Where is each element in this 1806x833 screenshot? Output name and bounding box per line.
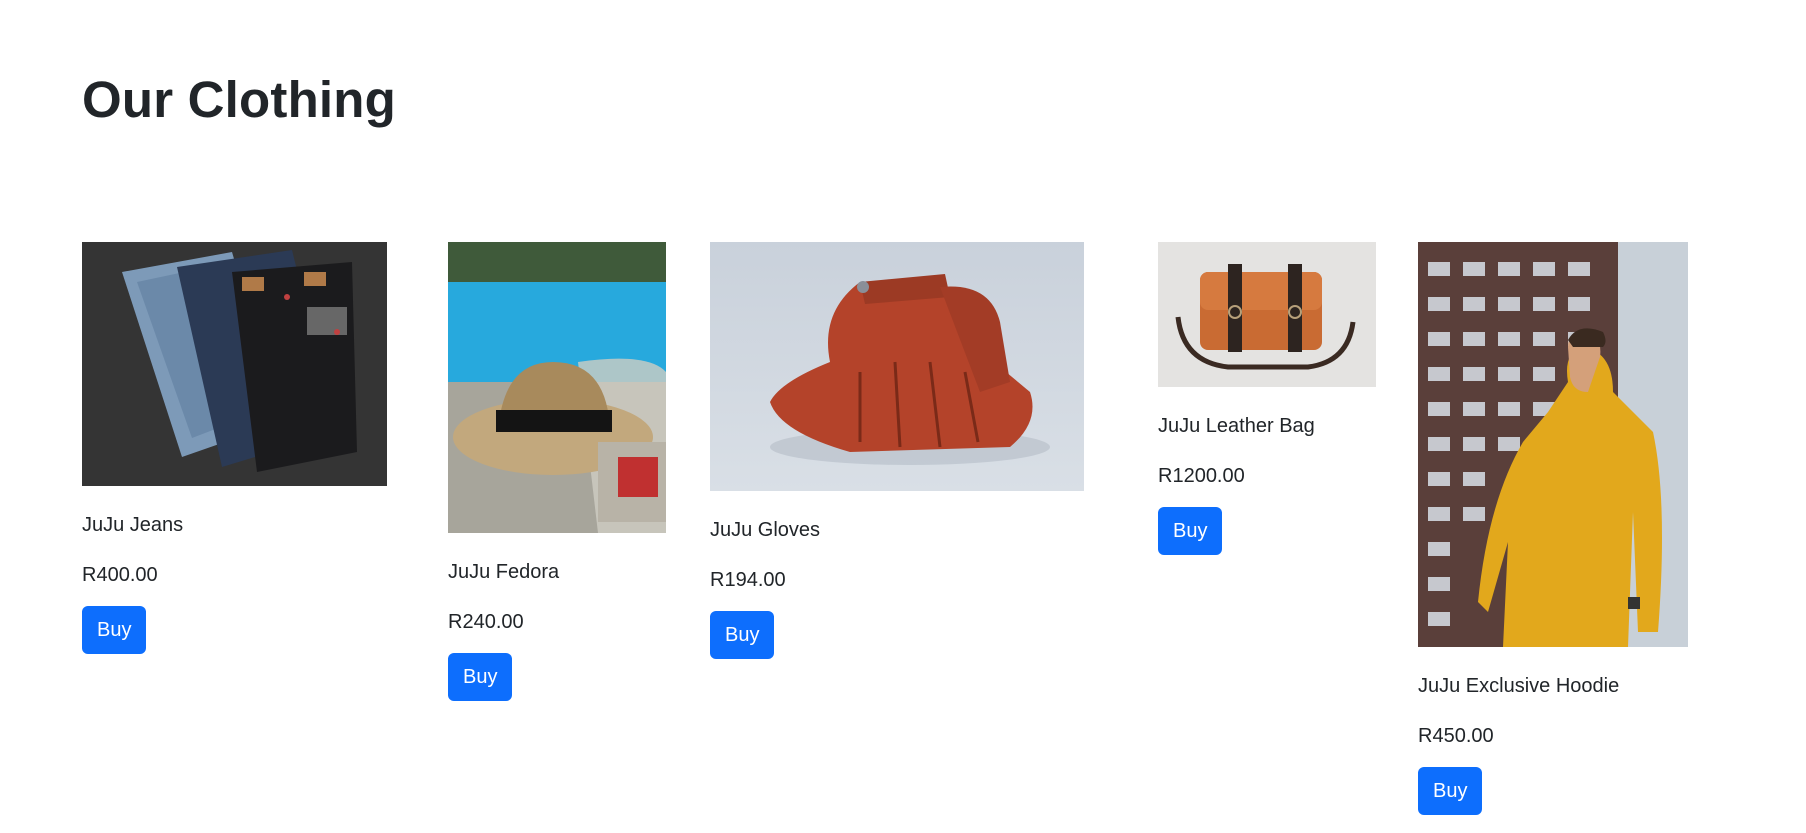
product-name: JuJu Exclusive Hoodie [1418,675,1620,697]
product-price: R450.00 [1418,725,1494,747]
product-price: R400.00 [82,564,158,586]
product-price: R1200.00 [1158,465,1245,487]
product-card-leather-bag: JuJu Leather Bag R1200.00 Buy [1158,242,1376,555]
fedora-photo [448,242,666,533]
product-price: R240.00 [448,611,524,633]
product-card-gloves: JuJu Gloves R194.00 Buy [710,242,1084,659]
buy-button-jeans[interactable]: Buy [82,606,147,654]
product-name: JuJu Gloves [710,519,821,541]
gloves-photo [710,242,1084,491]
buy-button-gloves[interactable]: Buy [710,611,775,659]
buy-button-fedora[interactable]: Buy [448,653,513,701]
buy-button-hoodie[interactable]: Buy [1418,767,1483,815]
leather-bag-photo [1158,242,1376,387]
page-title: Our Clothing [82,71,397,128]
jeans-photo [82,242,387,486]
product-price: R194.00 [710,569,786,591]
product-name: JuJu Jeans [82,514,184,536]
hoodie-photo [1418,242,1688,647]
product-card-fedora: JuJu Fedora R240.00 Buy [448,242,666,701]
buy-button-leather-bag[interactable]: Buy [1158,507,1223,555]
product-card-hoodie: JuJu Exclusive Hoodie R450.00 Buy [1418,242,1688,815]
product-name: JuJu Fedora [448,561,560,583]
product-card-jeans: JuJu Jeans R400.00 Buy [82,242,387,654]
product-name: JuJu Leather Bag [1158,415,1315,437]
